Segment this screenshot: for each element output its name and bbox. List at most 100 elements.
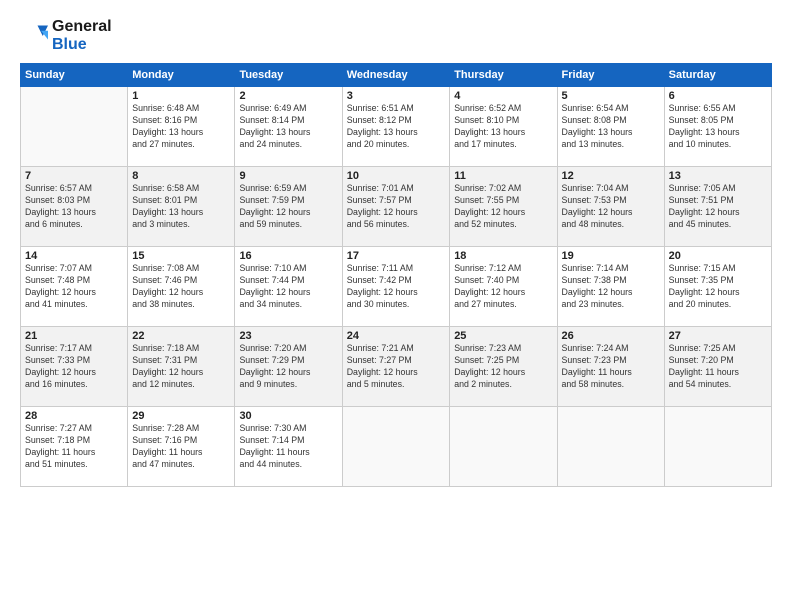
- weekday-header-saturday: Saturday: [664, 64, 771, 87]
- day-info: Sunrise: 6:58 AM Sunset: 8:01 PM Dayligh…: [132, 183, 230, 231]
- logo-icon: [20, 22, 48, 50]
- day-info: Sunrise: 7:12 AM Sunset: 7:40 PM Dayligh…: [454, 263, 552, 311]
- day-number: 5: [562, 90, 660, 102]
- calendar-cell: 22Sunrise: 7:18 AM Sunset: 7:31 PM Dayli…: [128, 327, 235, 407]
- calendar-cell: 4Sunrise: 6:52 AM Sunset: 8:10 PM Daylig…: [450, 87, 557, 167]
- calendar-cell: 16Sunrise: 7:10 AM Sunset: 7:44 PM Dayli…: [235, 247, 342, 327]
- calendar-cell: 27Sunrise: 7:25 AM Sunset: 7:20 PM Dayli…: [664, 327, 771, 407]
- day-number: 30: [239, 410, 337, 422]
- day-number: 23: [239, 330, 337, 342]
- day-info: Sunrise: 7:01 AM Sunset: 7:57 PM Dayligh…: [347, 183, 445, 231]
- day-info: Sunrise: 6:52 AM Sunset: 8:10 PM Dayligh…: [454, 103, 552, 151]
- week-row-3: 14Sunrise: 7:07 AM Sunset: 7:48 PM Dayli…: [21, 247, 772, 327]
- calendar-cell: [664, 407, 771, 487]
- calendar-cell: 2Sunrise: 6:49 AM Sunset: 8:14 PM Daylig…: [235, 87, 342, 167]
- week-row-2: 7Sunrise: 6:57 AM Sunset: 8:03 PM Daylig…: [21, 167, 772, 247]
- day-info: Sunrise: 7:21 AM Sunset: 7:27 PM Dayligh…: [347, 343, 445, 391]
- day-number: 20: [669, 250, 767, 262]
- day-info: Sunrise: 7:28 AM Sunset: 7:16 PM Dayligh…: [132, 423, 230, 471]
- logo-general: General: [52, 18, 112, 35]
- calendar-cell: 26Sunrise: 7:24 AM Sunset: 7:23 PM Dayli…: [557, 327, 664, 407]
- weekday-header-monday: Monday: [128, 64, 235, 87]
- calendar-cell: 12Sunrise: 7:04 AM Sunset: 7:53 PM Dayli…: [557, 167, 664, 247]
- weekday-header-tuesday: Tuesday: [235, 64, 342, 87]
- day-info: Sunrise: 7:23 AM Sunset: 7:25 PM Dayligh…: [454, 343, 552, 391]
- calendar-cell: 23Sunrise: 7:20 AM Sunset: 7:29 PM Dayli…: [235, 327, 342, 407]
- day-info: Sunrise: 7:08 AM Sunset: 7:46 PM Dayligh…: [132, 263, 230, 311]
- calendar-cell: 8Sunrise: 6:58 AM Sunset: 8:01 PM Daylig…: [128, 167, 235, 247]
- week-row-4: 21Sunrise: 7:17 AM Sunset: 7:33 PM Dayli…: [21, 327, 772, 407]
- day-number: 9: [239, 170, 337, 182]
- logo-blue: Blue: [52, 36, 87, 53]
- calendar-cell: 17Sunrise: 7:11 AM Sunset: 7:42 PM Dayli…: [342, 247, 449, 327]
- day-number: 24: [347, 330, 445, 342]
- day-number: 7: [25, 170, 123, 182]
- page: General Blue SundayMondayTuesdayWednesda…: [0, 0, 792, 612]
- day-info: Sunrise: 6:55 AM Sunset: 8:05 PM Dayligh…: [669, 103, 767, 151]
- day-info: Sunrise: 7:05 AM Sunset: 7:51 PM Dayligh…: [669, 183, 767, 231]
- day-info: Sunrise: 7:20 AM Sunset: 7:29 PM Dayligh…: [239, 343, 337, 391]
- calendar-cell: 6Sunrise: 6:55 AM Sunset: 8:05 PM Daylig…: [664, 87, 771, 167]
- day-info: Sunrise: 6:54 AM Sunset: 8:08 PM Dayligh…: [562, 103, 660, 151]
- week-row-5: 28Sunrise: 7:27 AM Sunset: 7:18 PM Dayli…: [21, 407, 772, 487]
- day-number: 29: [132, 410, 230, 422]
- day-info: Sunrise: 7:17 AM Sunset: 7:33 PM Dayligh…: [25, 343, 123, 391]
- day-number: 13: [669, 170, 767, 182]
- day-info: Sunrise: 7:24 AM Sunset: 7:23 PM Dayligh…: [562, 343, 660, 391]
- day-number: 19: [562, 250, 660, 262]
- calendar-cell: 11Sunrise: 7:02 AM Sunset: 7:55 PM Dayli…: [450, 167, 557, 247]
- day-info: Sunrise: 6:59 AM Sunset: 7:59 PM Dayligh…: [239, 183, 337, 231]
- day-info: Sunrise: 7:04 AM Sunset: 7:53 PM Dayligh…: [562, 183, 660, 231]
- calendar-cell: 18Sunrise: 7:12 AM Sunset: 7:40 PM Dayli…: [450, 247, 557, 327]
- day-number: 3: [347, 90, 445, 102]
- day-info: Sunrise: 7:14 AM Sunset: 7:38 PM Dayligh…: [562, 263, 660, 311]
- day-number: 12: [562, 170, 660, 182]
- logo-text: General Blue: [52, 18, 112, 53]
- week-row-1: 1Sunrise: 6:48 AM Sunset: 8:16 PM Daylig…: [21, 87, 772, 167]
- day-number: 15: [132, 250, 230, 262]
- day-number: 26: [562, 330, 660, 342]
- calendar-cell: 30Sunrise: 7:30 AM Sunset: 7:14 PM Dayli…: [235, 407, 342, 487]
- day-number: 10: [347, 170, 445, 182]
- calendar-cell: 20Sunrise: 7:15 AM Sunset: 7:35 PM Dayli…: [664, 247, 771, 327]
- day-number: 21: [25, 330, 123, 342]
- calendar-table: SundayMondayTuesdayWednesdayThursdayFrid…: [20, 63, 772, 487]
- calendar-cell: 10Sunrise: 7:01 AM Sunset: 7:57 PM Dayli…: [342, 167, 449, 247]
- calendar-cell: 21Sunrise: 7:17 AM Sunset: 7:33 PM Dayli…: [21, 327, 128, 407]
- calendar-cell: 25Sunrise: 7:23 AM Sunset: 7:25 PM Dayli…: [450, 327, 557, 407]
- weekday-header-friday: Friday: [557, 64, 664, 87]
- day-number: 14: [25, 250, 123, 262]
- calendar-cell: [342, 407, 449, 487]
- day-info: Sunrise: 6:57 AM Sunset: 8:03 PM Dayligh…: [25, 183, 123, 231]
- calendar-cell: [21, 87, 128, 167]
- calendar-cell: 7Sunrise: 6:57 AM Sunset: 8:03 PM Daylig…: [21, 167, 128, 247]
- day-number: 11: [454, 170, 552, 182]
- day-number: 25: [454, 330, 552, 342]
- day-info: Sunrise: 7:25 AM Sunset: 7:20 PM Dayligh…: [669, 343, 767, 391]
- weekday-header-sunday: Sunday: [21, 64, 128, 87]
- calendar-cell: 15Sunrise: 7:08 AM Sunset: 7:46 PM Dayli…: [128, 247, 235, 327]
- header: General Blue: [20, 18, 772, 53]
- day-info: Sunrise: 7:11 AM Sunset: 7:42 PM Dayligh…: [347, 263, 445, 311]
- day-info: Sunrise: 6:51 AM Sunset: 8:12 PM Dayligh…: [347, 103, 445, 151]
- day-info: Sunrise: 7:02 AM Sunset: 7:55 PM Dayligh…: [454, 183, 552, 231]
- day-info: Sunrise: 7:10 AM Sunset: 7:44 PM Dayligh…: [239, 263, 337, 311]
- day-number: 17: [347, 250, 445, 262]
- weekday-header-wednesday: Wednesday: [342, 64, 449, 87]
- calendar-cell: [557, 407, 664, 487]
- day-number: 4: [454, 90, 552, 102]
- day-number: 1: [132, 90, 230, 102]
- calendar-cell: 9Sunrise: 6:59 AM Sunset: 7:59 PM Daylig…: [235, 167, 342, 247]
- day-info: Sunrise: 7:07 AM Sunset: 7:48 PM Dayligh…: [25, 263, 123, 311]
- calendar-cell: 3Sunrise: 6:51 AM Sunset: 8:12 PM Daylig…: [342, 87, 449, 167]
- calendar-cell: [450, 407, 557, 487]
- calendar-cell: 14Sunrise: 7:07 AM Sunset: 7:48 PM Dayli…: [21, 247, 128, 327]
- day-number: 16: [239, 250, 337, 262]
- day-number: 27: [669, 330, 767, 342]
- day-number: 18: [454, 250, 552, 262]
- weekday-header-row: SundayMondayTuesdayWednesdayThursdayFrid…: [21, 64, 772, 87]
- calendar-cell: 13Sunrise: 7:05 AM Sunset: 7:51 PM Dayli…: [664, 167, 771, 247]
- day-number: 2: [239, 90, 337, 102]
- day-info: Sunrise: 7:27 AM Sunset: 7:18 PM Dayligh…: [25, 423, 123, 471]
- calendar-cell: 1Sunrise: 6:48 AM Sunset: 8:16 PM Daylig…: [128, 87, 235, 167]
